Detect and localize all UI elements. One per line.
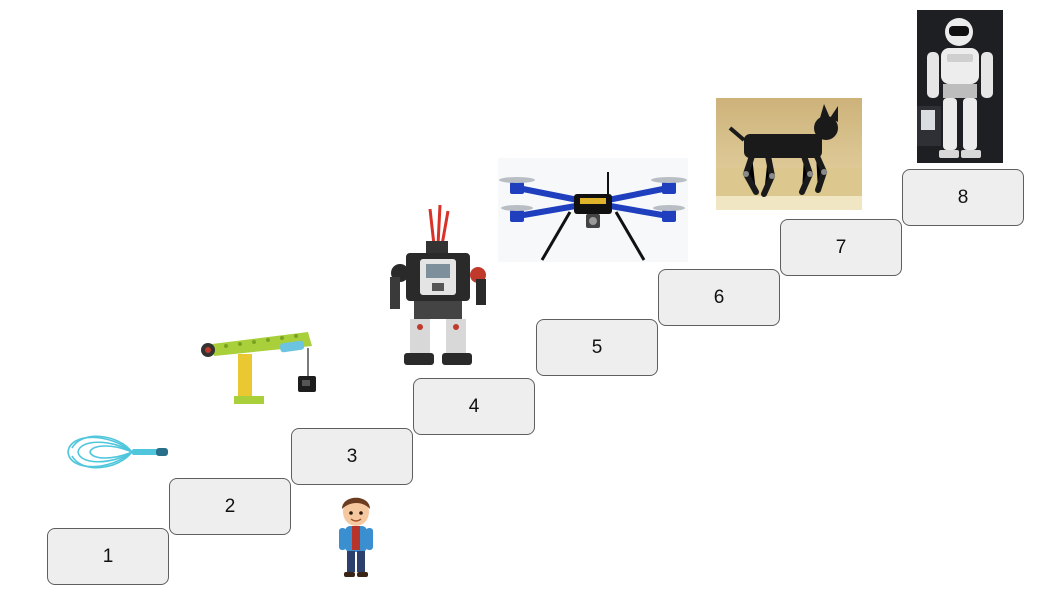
robot-dog-icon <box>716 98 862 210</box>
step-8: 8 <box>902 169 1024 226</box>
step-2: 2 <box>169 478 291 535</box>
step-7-label: 7 <box>835 236 847 258</box>
lego-crane-icon <box>200 322 328 408</box>
step-5-label: 5 <box>591 336 603 358</box>
child-icon <box>333 492 379 578</box>
step-1: 1 <box>47 528 169 585</box>
step-1-label: 1 <box>102 545 114 567</box>
whisk-icon <box>62 430 170 474</box>
step-3-label: 3 <box>346 445 358 467</box>
step-2-label: 2 <box>224 495 236 517</box>
step-6-label: 6 <box>713 286 725 308</box>
step-6: 6 <box>658 269 780 326</box>
quadcopter-drone-icon <box>498 158 688 262</box>
lego-robot-icon <box>386 203 494 368</box>
humanoid-robot-icon <box>917 10 1003 163</box>
step-8-label: 8 <box>957 186 969 208</box>
step-7: 7 <box>780 219 902 276</box>
step-4: 4 <box>413 378 535 435</box>
step-3: 3 <box>291 428 413 485</box>
step-5: 5 <box>536 319 658 376</box>
step-4-label: 4 <box>468 395 480 417</box>
